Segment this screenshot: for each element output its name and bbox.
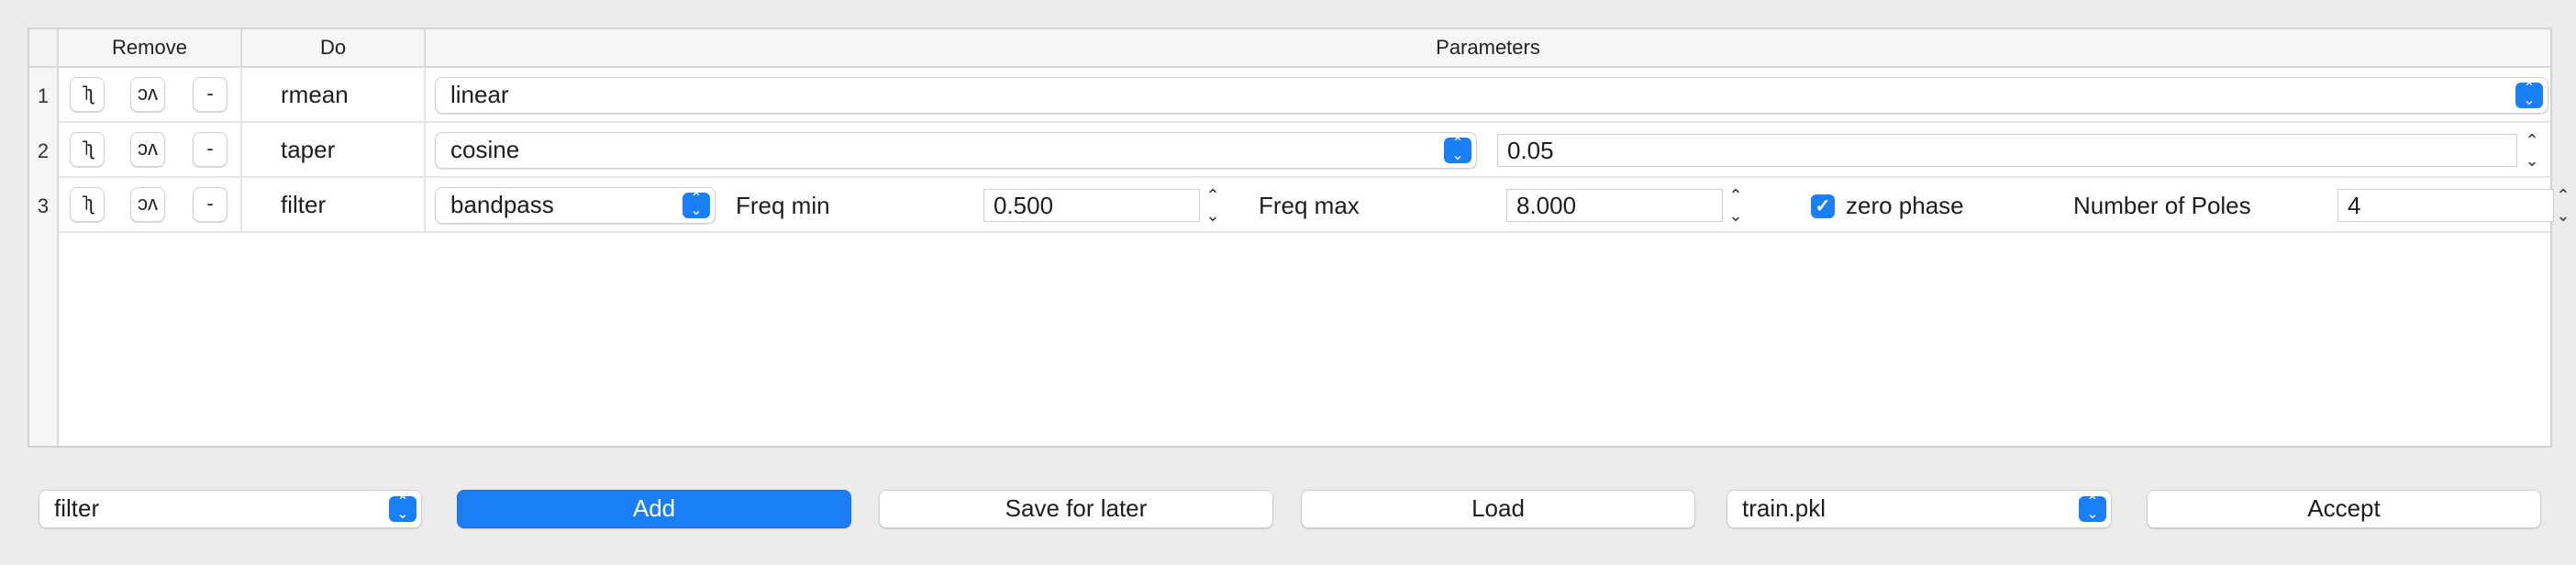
header-do[interactable]: Do xyxy=(242,29,426,66)
field-value: 0.500 xyxy=(994,192,1054,219)
select-value: linear xyxy=(450,81,509,108)
field-value: 4 xyxy=(2348,192,2361,219)
header-parameters[interactable]: Parameters xyxy=(426,29,2550,66)
chevron-updown-icon: ⌃ ⌄ xyxy=(2079,495,2106,522)
do-operation-label: filter xyxy=(281,191,327,218)
table-header: Remove Do Parameters xyxy=(59,29,2550,68)
move-down-button[interactable]: ɔʌ xyxy=(130,132,165,167)
move-up-button[interactable]: ˥ʅ xyxy=(70,77,105,112)
remove-row-button[interactable]: - xyxy=(193,187,228,222)
number-of-poles-label: Number of Poles xyxy=(2073,192,2251,219)
zero-phase-checkbox[interactable]: ✓ xyxy=(1811,194,1835,218)
select-value: bandpass xyxy=(450,191,554,218)
select-value: train.pkl xyxy=(1742,494,1827,522)
field-value: 0.05 xyxy=(1507,137,1554,164)
freq-max-field[interactable]: 8.000 xyxy=(1506,189,1723,222)
taper-value-field[interactable]: 0.05 xyxy=(1497,134,2517,167)
move-up-button[interactable]: ˥ʅ xyxy=(70,132,105,167)
move-down-button[interactable]: ɔʌ xyxy=(130,77,165,112)
select-value: filter xyxy=(54,494,100,522)
freq-max-label: Freq max xyxy=(1259,192,1360,219)
load-button[interactable]: Load xyxy=(1301,490,1695,528)
row-number[interactable]: 3 xyxy=(29,194,57,218)
row-number[interactable]: 1 xyxy=(29,84,57,108)
chevron-updown-icon: ⌃ ⌄ xyxy=(1444,137,1471,163)
row-number[interactable]: 2 xyxy=(29,139,57,163)
row-number-column: 1 2 3 xyxy=(29,68,59,446)
freq-min-stepper[interactable]: ⌃ ⌄ xyxy=(1202,185,1224,226)
zero-phase-label: zero phase xyxy=(1846,192,1964,219)
number-of-poles-stepper[interactable]: ⌃ ⌄ xyxy=(2552,185,2574,226)
move-up-button[interactable]: ˥ʅ xyxy=(70,187,105,222)
taper-value-stepper[interactable]: ⌃ ⌄ xyxy=(2521,130,2543,171)
chevron-updown-icon: ⌃ ⌄ xyxy=(683,192,710,218)
freq-min-field[interactable]: 0.500 xyxy=(983,189,1200,222)
processing-table: Remove Do Parameters 1 2 3 ˥ʅ ɔʌ - rmean… xyxy=(28,28,2570,448)
field-value: 8.000 xyxy=(1516,192,1577,219)
table-row: ˥ʅ ɔʌ - filter bandpass ⌃ ⌄ Freq min 0.50… xyxy=(59,178,2570,233)
move-down-button[interactable]: ɔʌ xyxy=(130,187,165,222)
file-select[interactable]: train.pkl ⌃ ⌄ xyxy=(1727,490,2112,528)
filter-type-select[interactable]: bandpass ⌃ ⌄ xyxy=(435,187,716,224)
table-row: ˥ʅ ɔʌ - rmean linear ⌃ ⌄ xyxy=(59,68,2550,123)
do-operation-label: rmean xyxy=(281,81,349,108)
operation-select[interactable]: filter ⌃ ⌄ xyxy=(39,490,422,528)
select-value: cosine xyxy=(450,136,520,163)
accept-button[interactable]: Accept xyxy=(2147,490,2541,528)
do-operation-label: taper xyxy=(281,136,336,163)
freq-min-label: Freq min xyxy=(736,192,830,219)
add-button[interactable]: Add xyxy=(457,490,851,528)
taper-type-select[interactable]: cosine ⌃ ⌄ xyxy=(435,132,1477,169)
freq-max-stepper[interactable]: ⌃ ⌄ xyxy=(1725,185,1747,226)
table-row: ˥ʅ ɔʌ - taper cosine ⌃ ⌄ 0.05 ⌃ ⌄ xyxy=(59,123,2550,178)
remove-row-button[interactable]: - xyxy=(193,77,228,112)
chevron-updown-icon: ⌃ ⌄ xyxy=(2515,82,2543,108)
remove-row-button[interactable]: - xyxy=(193,132,228,167)
number-of-poles-field[interactable]: 4 xyxy=(2337,189,2554,222)
table-corner xyxy=(29,29,59,68)
save-for-later-button[interactable]: Save for later xyxy=(879,490,1273,528)
chevron-updown-icon: ⌃ ⌄ xyxy=(389,495,416,522)
header-remove[interactable]: Remove xyxy=(59,29,242,66)
rmean-method-select[interactable]: linear ⌃ ⌄ xyxy=(435,77,2548,114)
